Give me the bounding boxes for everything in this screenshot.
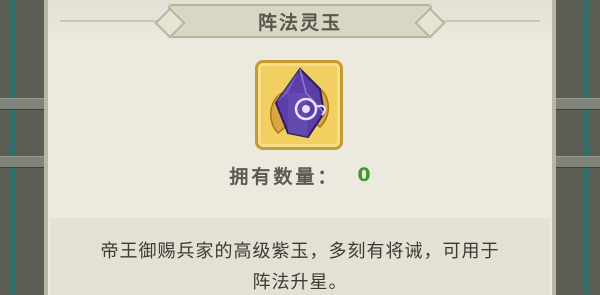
title-deco-right bbox=[440, 20, 540, 22]
title-banner: 阵法灵玉 bbox=[168, 4, 432, 38]
owned-count-label: 拥有数量： bbox=[229, 165, 340, 188]
title-deco-left bbox=[60, 20, 160, 22]
owned-count-value: 0 bbox=[357, 164, 371, 186]
pipe-right-top bbox=[556, 98, 600, 110]
description-line-2: 阵法升星。 bbox=[252, 272, 348, 293]
dialog-title: 阵法灵玉 bbox=[257, 11, 342, 34]
pipe-left-top bbox=[0, 98, 44, 110]
purple-jade-crystal-icon bbox=[270, 67, 329, 139]
description-line-1: 帝王御赐兵家的高级紫玉，多刻有将诫，可用于 bbox=[100, 241, 500, 262]
item-icon-frame bbox=[255, 60, 343, 150]
owned-count-row: 拥有数量： 0 bbox=[0, 160, 600, 190]
